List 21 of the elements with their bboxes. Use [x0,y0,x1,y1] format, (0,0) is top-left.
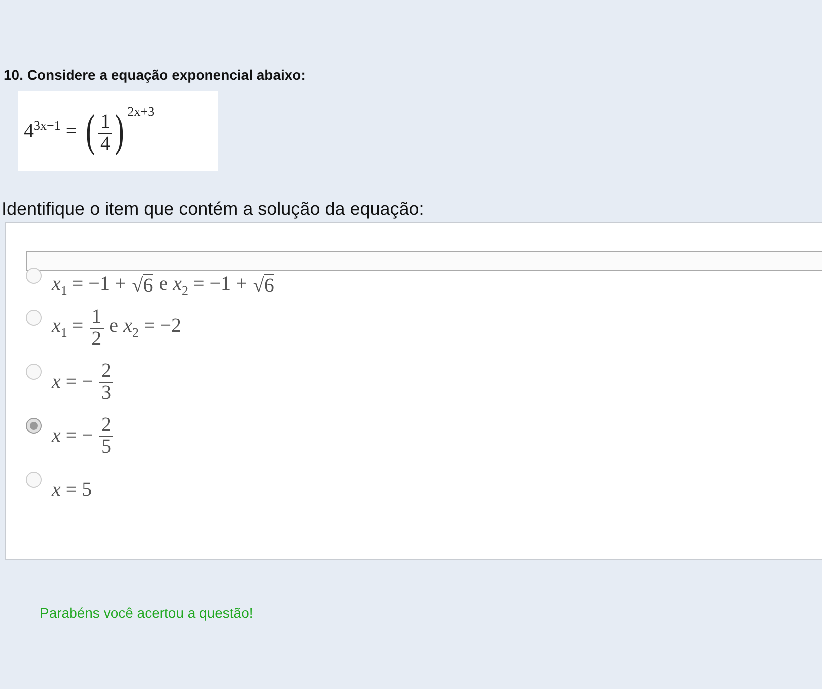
fraction: 2 5 [99,414,114,458]
square-root: √6 [253,274,274,298]
question-prompt: Identifique o item que contém a solução da equação: [2,199,426,220]
math-text: e x$_{2}$ = −2 [110,315,182,341]
radio-button[interactable] [26,418,42,434]
math-text: x = 5 [52,478,92,502]
math-text: e x$_{2}$ = −1 + [159,273,248,299]
success-message: Parabéns você acertou a questão! [40,605,254,621]
math-text: x = − [52,424,94,448]
radio-button[interactable] [26,364,42,380]
radio-button[interactable] [26,472,42,488]
square-root: √6 [132,274,154,298]
input-field[interactable] [26,251,822,271]
math-text: x = − [52,370,94,394]
radio-button[interactable] [26,310,42,326]
question-title: 10. Considere a equação exponencial abaixo: [3,66,307,83]
math-text: 4$^{3x−1}$ = [24,118,78,144]
fraction: 1 2 [90,306,104,350]
fraction: 2 3 [99,360,114,404]
math-text: x$_{1}$ = −1 + [52,273,126,299]
math-text: x$_{1}$ = [52,315,84,341]
